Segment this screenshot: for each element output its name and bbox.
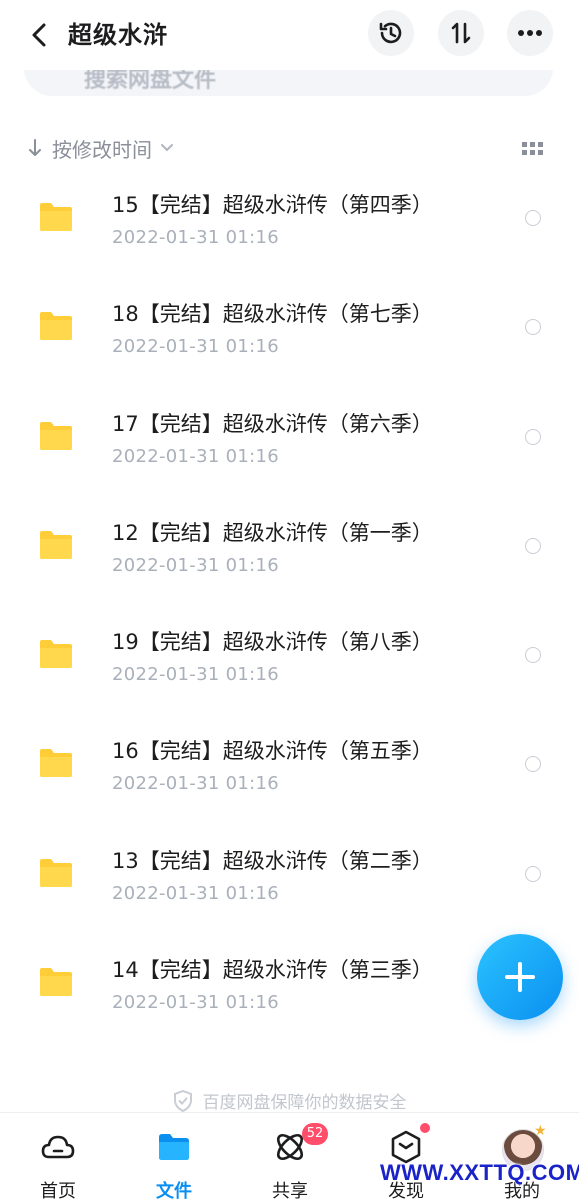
shield-icon [173,1089,192,1112]
back-button[interactable] [22,18,56,52]
file-name: 19【完结】超级水浒传（第八季） [112,630,433,655]
top-bar: 超级水浒 [0,0,579,70]
sort-selector[interactable]: 按修改时间 [28,130,174,166]
select-radio[interactable] [525,756,541,773]
more-button[interactable] [507,10,553,56]
sort-button[interactable] [438,10,484,56]
folder-icon [159,1134,189,1160]
select-radio[interactable] [525,210,541,226]
plus-icon [505,962,535,992]
tab-discover[interactable]: 发现 [348,1113,464,1202]
file-name: 15【完结】超级水浒传（第四季） [112,193,433,217]
file-row[interactable]: 17【完结】超级水浒传（第六季） 2022-01-31 01:16 [0,384,579,493]
bottom-tab-bar: 首页 文件 52 共享 发现 ★ 我的 [0,1112,579,1202]
folder-icon [40,968,72,997]
safety-note: 百度网盘保障你的数据安全 [0,1088,579,1113]
share-badge: 52 [302,1123,328,1145]
file-date: 2022-01-31 01:16 [112,773,280,795]
tab-me[interactable]: ★ 我的 [464,1113,579,1202]
star-icon: ★ [534,1123,547,1139]
folder-icon [40,312,72,341]
add-button[interactable] [477,934,563,1020]
file-row[interactable]: 16【完结】超级水浒传（第五季） 2022-01-31 01:16 [0,711,579,820]
more-dots-icon [518,30,542,36]
file-name: 13【完结】超级水浒传（第二季） [112,848,433,873]
file-date: 2022-01-31 01:16 [112,992,280,1014]
folder-icon [40,203,72,231]
page-title: 超级水浒 [68,21,168,49]
file-name: 18【完结】超级水浒传（第七季） [112,302,433,327]
file-row[interactable]: 19【完结】超级水浒传（第八季） 2022-01-31 01:16 [0,602,579,711]
chevron-left-icon [32,23,46,47]
tab-share[interactable]: 52 共享 [232,1113,348,1202]
file-date: 2022-01-31 01:16 [112,554,280,576]
cloud-icon [41,1135,75,1159]
file-name: 16【完结】超级水浒传（第五季） [112,739,433,764]
tab-files[interactable]: 文件 [116,1113,232,1202]
file-list: 15【完结】超级水浒传（第四季） 2022-01-31 01:16 18【完结】… [0,165,579,1039]
file-date: 2022-01-31 01:16 [112,336,280,358]
select-radio[interactable] [525,537,541,554]
tab-home-label: 首页 [40,1181,76,1202]
file-row[interactable]: 12【完结】超级水浒传（第一季） 2022-01-31 01:16 [0,493,579,602]
grid-view-icon[interactable] [520,136,546,160]
discover-notification-dot [420,1123,430,1133]
sort-label: 按修改时间 [52,137,152,162]
safety-note-text: 百度网盘保障你的数据安全 [202,1093,407,1113]
file-date: 2022-01-31 01:16 [112,445,280,467]
chevron-down-icon [161,144,173,152]
select-radio[interactable] [525,647,541,664]
file-name: 14【完结】超级水浒传（第三季） [112,958,433,983]
file-row[interactable]: 13【完结】超级水浒传（第二季） 2022-01-31 01:16 [0,821,579,930]
folder-icon [40,421,72,450]
arrow-down-icon [29,139,41,156]
file-name: 17【完结】超级水浒传（第六季） [112,411,433,436]
select-radio[interactable] [525,428,541,445]
history-button[interactable] [368,10,414,56]
select-radio[interactable] [525,865,541,882]
folder-icon [40,640,72,669]
tab-files-label: 文件 [156,1181,192,1202]
file-date: 2022-01-31 01:16 [112,882,280,904]
file-row[interactable]: 15【完结】超级水浒传（第四季） 2022-01-31 01:16 [0,165,579,274]
tab-share-label: 共享 [272,1181,308,1202]
sort-arrows-icon [451,22,471,44]
folder-icon [40,530,72,559]
file-name: 12【完结】超级水浒传（第一季） [112,520,433,545]
file-date: 2022-01-31 01:16 [112,227,280,248]
select-radio[interactable] [525,319,541,336]
history-icon [379,22,402,44]
folder-icon [40,749,72,778]
tab-home[interactable]: 首页 [0,1113,116,1202]
folder-icon [40,858,72,887]
file-row[interactable]: 18【完结】超级水浒传（第七季） 2022-01-31 01:16 [0,274,579,383]
watermark: WWW.XXTTQ.COM [380,1160,579,1185]
file-date: 2022-01-31 01:16 [112,664,280,686]
